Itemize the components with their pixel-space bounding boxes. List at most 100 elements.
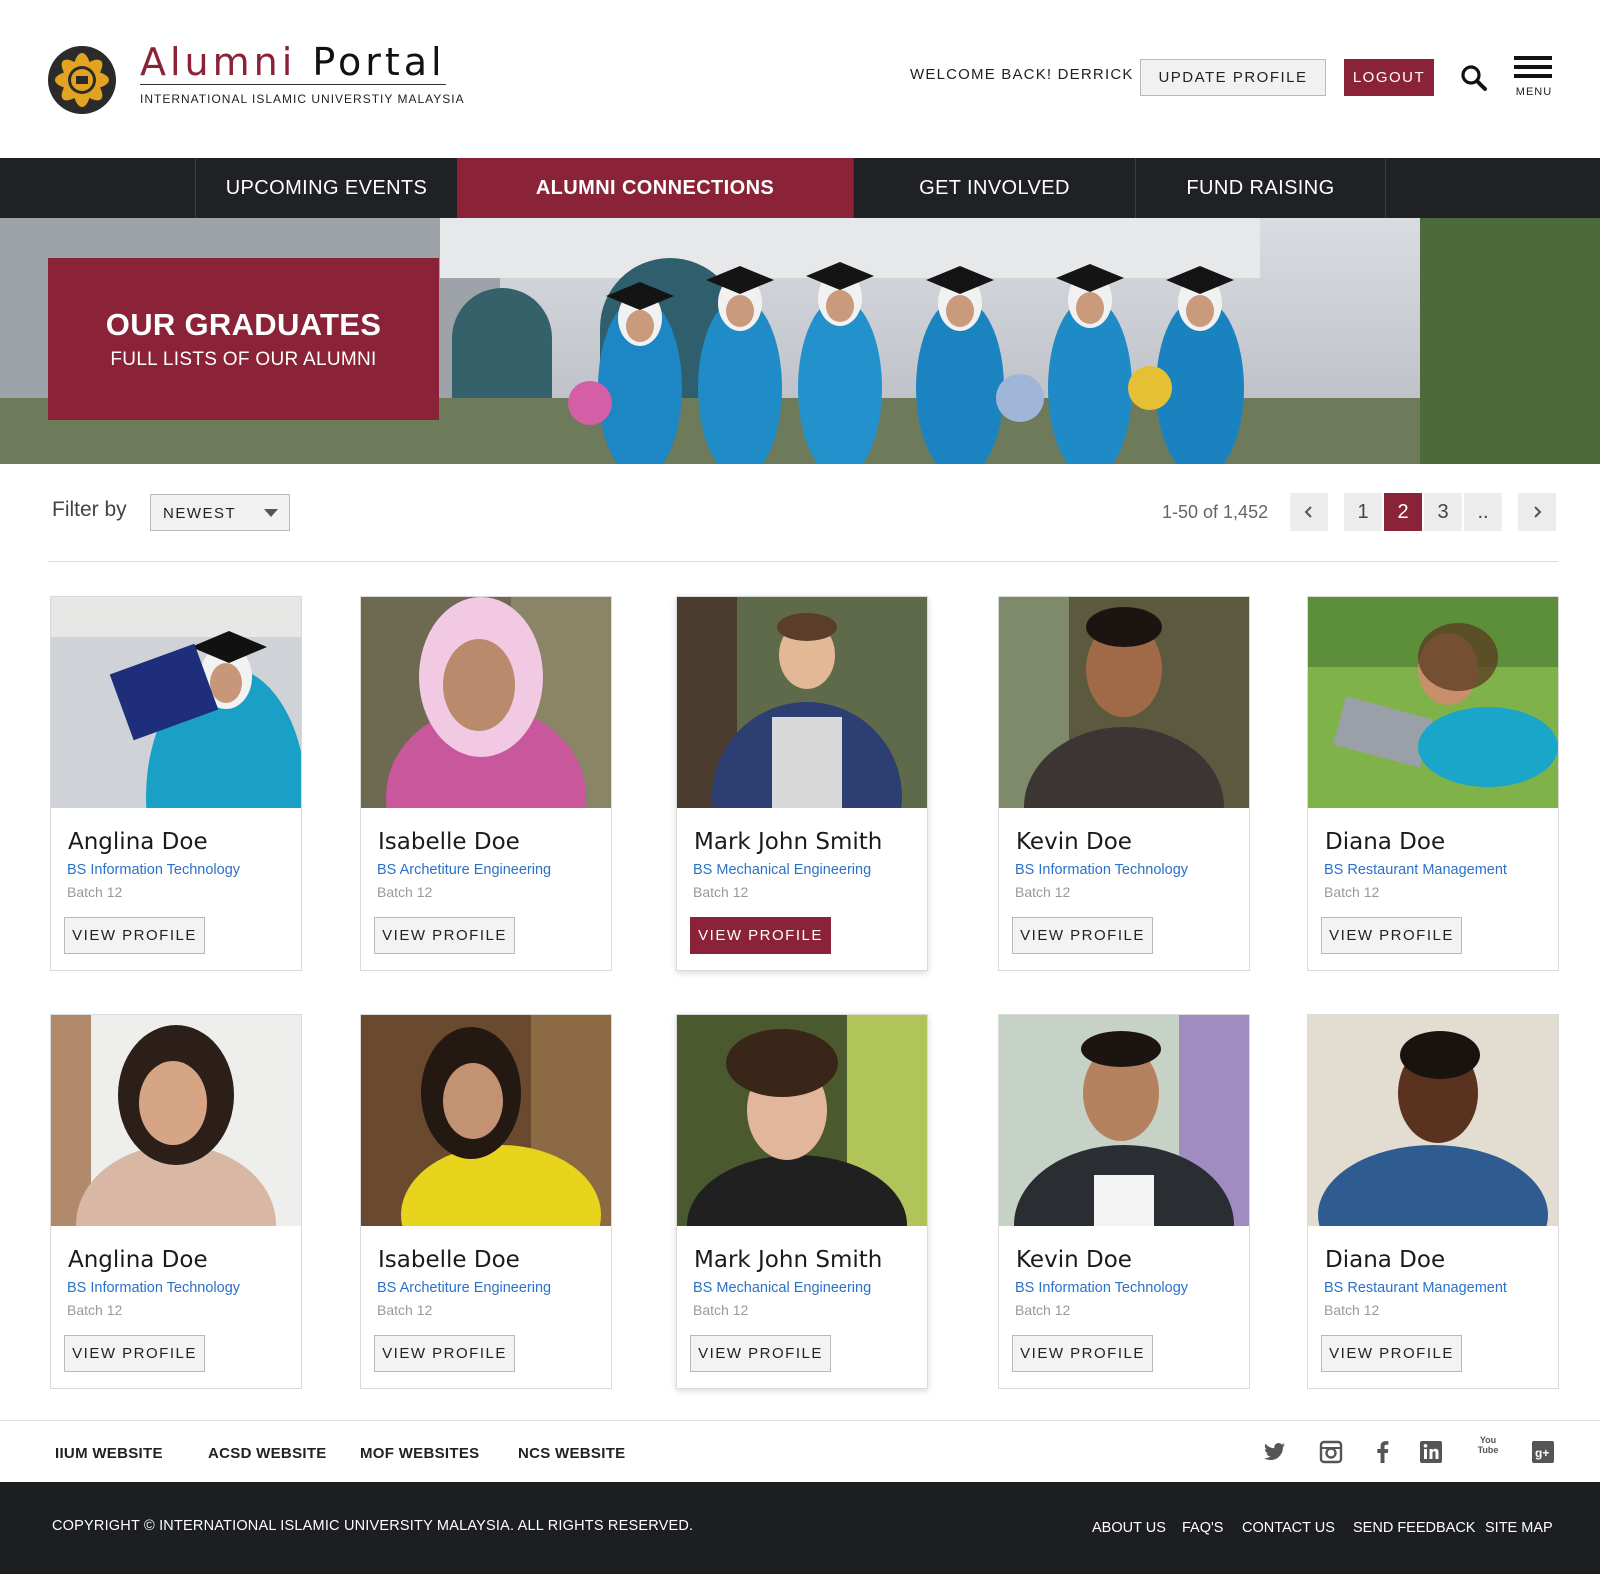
view-profile-button[interactable]: VIEW PROFILE — [64, 1335, 205, 1372]
view-profile-button[interactable]: VIEW PROFILE — [1012, 917, 1153, 954]
alumni-course[interactable]: BS Restaurant Management — [1324, 1280, 1507, 1296]
alumni-name: Diana Doe — [1325, 829, 1446, 855]
alumni-card: Diana Doe BS Restaurant Management Batch… — [1307, 1014, 1559, 1389]
alumni-card: Mark John Smith BS Mechanical Engineerin… — [676, 596, 928, 971]
alumni-course[interactable]: BS Mechanical Engineering — [693, 1280, 871, 1296]
alumni-card: Isabelle Doe BS Archetiture Engineering … — [360, 1014, 612, 1389]
alumni-batch: Batch 12 — [67, 884, 123, 900]
alumni-name: Mark John Smith — [694, 829, 883, 855]
alumni-name: Mark John Smith — [694, 1247, 883, 1273]
alumni-photo[interactable] — [51, 597, 301, 808]
nav-get-involved[interactable]: GET INVOLVED — [853, 158, 1135, 218]
alumni-name: Isabelle Doe — [378, 1247, 520, 1273]
previous-page-button[interactable] — [1290, 493, 1328, 531]
view-profile-button[interactable]: VIEW PROFILE — [1321, 1335, 1462, 1372]
copyright-text: COPYRIGHT © INTERNATIONAL ISLAMIC UNIVER… — [52, 1518, 694, 1534]
instagram-icon[interactable] — [1318, 1439, 1344, 1465]
alumni-photo[interactable] — [361, 1015, 611, 1226]
alumni-course[interactable]: BS Information Technology — [1015, 862, 1188, 878]
content-divider — [48, 561, 1558, 562]
main-navigation: UPCOMING EVENTS ALUMNI CONNECTIONS GET I… — [0, 158, 1600, 218]
nav-alumni-connections[interactable]: ALUMNI CONNECTIONS — [457, 158, 853, 218]
footer-contact-us-link[interactable]: CONTACT US — [1242, 1520, 1335, 1536]
portal-title-word2: Portal — [312, 40, 446, 84]
university-emblem-icon[interactable] — [44, 42, 120, 118]
alumni-batch: Batch 12 — [693, 884, 749, 900]
hero-subtitle: FULL LISTS OF OUR ALUMNI — [110, 349, 377, 370]
portal-title: Alumni Portal — [140, 40, 446, 84]
footer-site-map-link[interactable]: SITE MAP — [1485, 1520, 1553, 1536]
results-range: 1-50 of 1,452 — [1162, 502, 1269, 522]
logout-button[interactable]: LOGOUT — [1344, 59, 1434, 96]
alumni-card: Diana Doe BS Restaurant Management Batch… — [1307, 596, 1559, 971]
page-button-1[interactable]: 1 — [1344, 493, 1382, 531]
twitter-icon[interactable] — [1262, 1439, 1288, 1465]
alumni-photo[interactable] — [999, 1015, 1249, 1226]
university-name: INTERNATIONAL ISLAMIC UNIVERSTIY MALAYSI… — [140, 92, 465, 106]
page-button-more[interactable]: .. — [1464, 493, 1502, 531]
footer-links-bar: IIUM WEBSITE ACSD WEBSITE MOF WEBSITES N… — [0, 1420, 1600, 1482]
alumni-photo[interactable] — [999, 597, 1249, 808]
alumni-batch: Batch 12 — [1324, 1302, 1380, 1318]
alumni-photo[interactable] — [361, 597, 611, 808]
alumni-course[interactable]: BS Archetiture Engineering — [377, 862, 551, 878]
alumni-course[interactable]: BS Information Technology — [1015, 1280, 1188, 1296]
alumni-card: Mark John Smith BS Mechanical Engineerin… — [676, 1014, 928, 1389]
footer-link-acsd[interactable]: ACSD WEBSITE — [208, 1445, 327, 1462]
alumni-photo[interactable] — [1308, 1015, 1558, 1226]
view-profile-button[interactable]: VIEW PROFILE — [374, 1335, 515, 1372]
hero-banner: OUR GRADUATES FULL LISTS OF OUR ALUMNI — [0, 218, 1600, 464]
alumni-name: Isabelle Doe — [378, 829, 520, 855]
alumni-course[interactable]: BS Archetiture Engineering — [377, 1280, 551, 1296]
alumni-batch: Batch 12 — [377, 884, 433, 900]
footer-link-iium[interactable]: IIUM WEBSITE — [55, 1445, 163, 1462]
next-page-button[interactable] — [1518, 493, 1556, 531]
youtube-logo-text: You Tube — [1477, 1435, 1499, 1455]
alumni-course[interactable]: BS Information Technology — [67, 862, 240, 878]
search-icon[interactable] — [1460, 64, 1488, 92]
facebook-icon[interactable] — [1370, 1439, 1396, 1465]
alumni-course[interactable]: BS Mechanical Engineering — [693, 862, 871, 878]
chevron-right-icon — [1534, 506, 1542, 518]
filter-dropdown[interactable]: NEWEST — [150, 494, 290, 531]
view-profile-button[interactable]: VIEW PROFILE — [690, 917, 831, 954]
nav-fund-raising[interactable]: FUND RAISING — [1135, 158, 1386, 218]
alumni-portal-page: Alumni Portal INTERNATIONAL ISLAMIC UNIV… — [0, 0, 1600, 1574]
page-button-3[interactable]: 3 — [1424, 493, 1462, 531]
nav-upcoming-events[interactable]: UPCOMING EVENTS — [195, 158, 457, 218]
alumni-card: Kevin Doe BS Information Technology Batc… — [998, 596, 1250, 971]
alumni-photo[interactable] — [677, 597, 927, 808]
linkedin-icon[interactable] — [1418, 1439, 1444, 1465]
alumni-name: Anglina Doe — [68, 829, 208, 855]
alumni-batch: Batch 12 — [1324, 884, 1380, 900]
welcome-message: WELCOME BACK! DERRICK — [910, 66, 1134, 83]
alumni-batch: Batch 12 — [377, 1302, 433, 1318]
footer-link-ncs[interactable]: NCS WEBSITE — [518, 1445, 625, 1462]
footer-link-mof[interactable]: MOF WEBSITES — [360, 1445, 479, 1462]
view-profile-button[interactable]: VIEW PROFILE — [64, 917, 205, 954]
alumni-photo[interactable] — [677, 1015, 927, 1226]
filter-label: Filter by — [52, 498, 127, 521]
alumni-course[interactable]: BS Restaurant Management — [1324, 862, 1507, 878]
youtube-icon[interactable]: You Tube — [1474, 1435, 1502, 1465]
alumni-card: Anglina Doe BS Information Technology Ba… — [50, 596, 302, 971]
google-plus-icon[interactable]: g+ — [1530, 1439, 1556, 1465]
alumni-name: Diana Doe — [1325, 1247, 1446, 1273]
footer-faq-link[interactable]: FAQ'S — [1182, 1520, 1223, 1536]
alumni-card: Kevin Doe BS Information Technology Batc… — [998, 1014, 1250, 1389]
page-button-2[interactable]: 2 — [1384, 493, 1422, 531]
hero-title: OUR GRADUATES — [105, 307, 382, 342]
alumni-photo[interactable] — [1308, 597, 1558, 808]
view-profile-button[interactable]: VIEW PROFILE — [690, 1335, 831, 1372]
footer-about-us-link[interactable]: ABOUT US — [1092, 1520, 1166, 1536]
view-profile-button[interactable]: VIEW PROFILE — [1321, 917, 1462, 954]
view-profile-button[interactable]: VIEW PROFILE — [374, 917, 515, 954]
copyright-bar: COPYRIGHT © INTERNATIONAL ISLAMIC UNIVER… — [0, 1482, 1600, 1574]
site-header: Alumni Portal INTERNATIONAL ISLAMIC UNIV… — [0, 0, 1600, 158]
update-profile-button[interactable]: UPDATE PROFILE — [1140, 59, 1326, 96]
alumni-photo[interactable] — [51, 1015, 301, 1226]
footer-send-feedback-link[interactable]: SEND FEEDBACK — [1353, 1520, 1475, 1536]
alumni-course[interactable]: BS Information Technology — [67, 1280, 240, 1296]
chevron-down-icon — [264, 509, 278, 517]
view-profile-button[interactable]: VIEW PROFILE — [1012, 1335, 1153, 1372]
